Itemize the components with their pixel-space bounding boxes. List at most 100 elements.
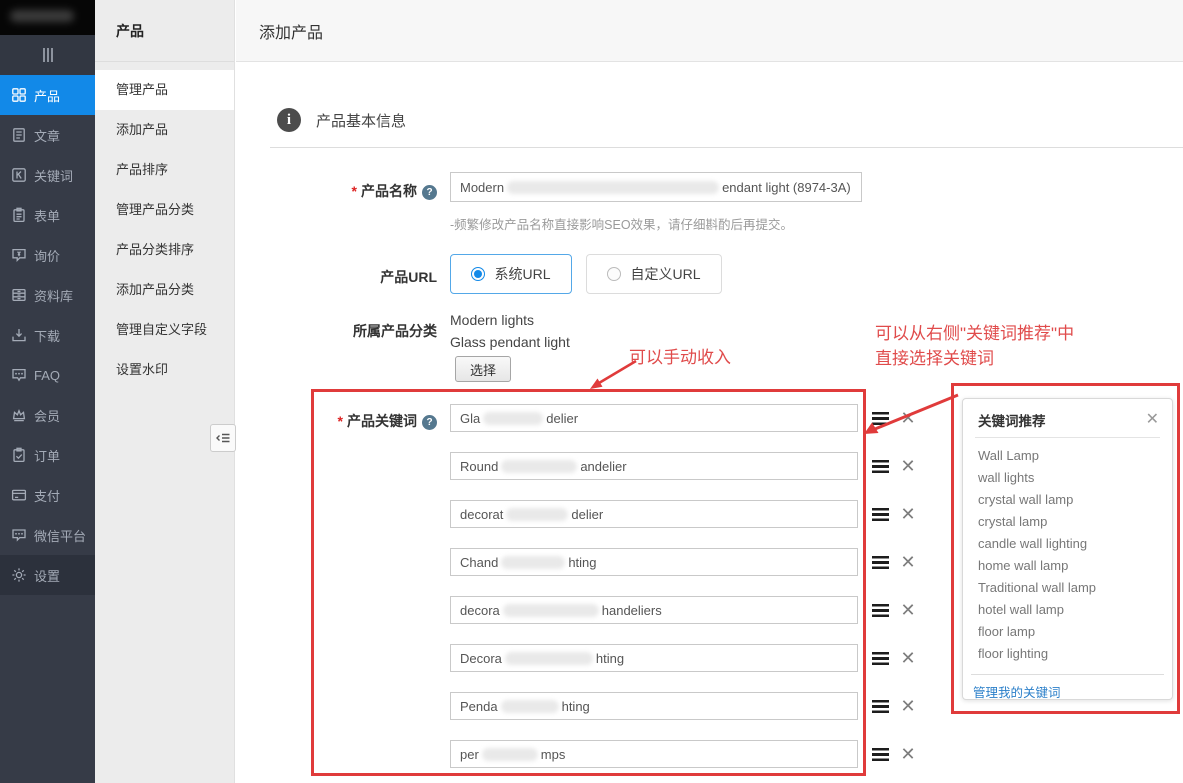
delete-keyword-icon[interactable]: ✕ [898, 504, 918, 524]
redacted-text [506, 508, 568, 521]
keyword-suggestion[interactable]: candle wall lighting [978, 533, 1172, 555]
drag-handle-icon[interactable] [872, 748, 889, 761]
page-title: 添加产品 [259, 19, 323, 43]
wechat-icon [11, 527, 27, 543]
product-name-help-text: -频繁修改产品名称直接影响SEO效果，请仔细斟酌后再提交。 [450, 214, 793, 233]
sidebar-item-keywords[interactable]: 关键词 [0, 155, 95, 195]
submenu-item-add-product[interactable]: 添加产品 [95, 110, 234, 150]
help-icon[interactable]: ? [422, 415, 437, 430]
keyword-suggestion[interactable]: floor lamp [978, 621, 1172, 643]
page-header: 添加产品 [236, 0, 1183, 62]
sidebar-item-label: 微信平台 [34, 526, 86, 545]
required-asterisk: * [352, 183, 357, 199]
sidebar-item-label: 关键词 [34, 166, 73, 185]
submenu-item-manage-categories[interactable]: 管理产品分类 [95, 190, 234, 230]
panel-close-icon[interactable]: ✕ [1146, 412, 1159, 428]
help-icon[interactable]: ? [422, 185, 437, 200]
sidebar-toggle-button[interactable] [0, 35, 95, 75]
faq-icon [11, 367, 27, 383]
inquiry-icon [11, 247, 27, 263]
keyword-input-5[interactable]: decorahandeliers [450, 596, 858, 624]
keyword-suggestion[interactable]: Wall Lamp [978, 445, 1172, 467]
delete-keyword-icon[interactable]: ✕ [898, 552, 918, 572]
sidebar-item-wechat[interactable]: 微信平台 [0, 515, 95, 555]
submenu-item-manage-products[interactable]: 管理产品 [95, 70, 234, 110]
drag-handle-icon[interactable] [872, 700, 889, 713]
submenu-item-category-sort[interactable]: 产品分类排序 [95, 230, 234, 270]
keyword-input-3[interactable]: decoratdelier [450, 500, 858, 528]
delete-keyword-icon[interactable]: ✕ [898, 648, 918, 668]
category-value: Modern lights [450, 312, 534, 328]
manage-keywords-link[interactable]: 管理我的关键词 [973, 686, 1061, 700]
keyword-input-6[interactable]: Decorahting [450, 644, 858, 672]
sidebar-item-payment[interactable]: 支付 [0, 475, 95, 515]
redacted-text [503, 604, 599, 617]
gear-icon [11, 567, 27, 583]
sidebar-item-library[interactable]: 资料库 [0, 275, 95, 315]
keyword-suggestion[interactable]: Traditional wall lamp [978, 577, 1172, 599]
keyword-suggestion[interactable]: crystal lamp [978, 511, 1172, 533]
delete-keyword-icon[interactable]: ✕ [898, 408, 918, 428]
keyword-input-4[interactable]: Chandhting [450, 548, 858, 576]
download-icon [11, 327, 27, 343]
sidebar-item-members[interactable]: 会员 [0, 395, 95, 435]
sidebar-item-products[interactable]: 产品 [0, 75, 95, 115]
clipboard-icon [11, 207, 27, 223]
drag-handle-icon[interactable] [872, 412, 889, 425]
keyword-input-7[interactable]: Pendahting [450, 692, 858, 720]
keyword-suggestion[interactable]: home wall lamp [978, 555, 1172, 577]
annotation-recommend-line2: 直接选择关键词 [875, 344, 994, 369]
keyword-suggestion[interactable]: hotel wall lamp [978, 599, 1172, 621]
keyword-suggestion[interactable]: crystal wall lamp [978, 489, 1172, 511]
product-name-input[interactable]: Modern endant light (8974-3A) [450, 172, 862, 202]
keywords-label: *产品关键词? [247, 411, 437, 431]
delete-keyword-icon[interactable]: ✕ [898, 696, 918, 716]
payment-icon [11, 487, 27, 503]
sidebar-item-settings[interactable]: 设置 [0, 555, 95, 595]
drag-handle-icon[interactable] [872, 556, 889, 569]
sidebar-item-download[interactable]: 下载 [0, 315, 95, 355]
section-title: 产品基本信息 [316, 110, 406, 131]
drag-handle-icon[interactable] [872, 652, 889, 665]
drag-handle-icon[interactable] [872, 508, 889, 521]
redacted-text [483, 412, 543, 425]
submenu-item-watermark[interactable]: 设置水印 [95, 350, 234, 390]
sidebar-item-label: 资料库 [34, 286, 73, 305]
select-category-button[interactable]: 选择 [455, 356, 511, 382]
submenu-item-add-category[interactable]: 添加产品分类 [95, 270, 234, 310]
library-icon [11, 287, 27, 303]
url-option-custom[interactable]: 自定义URL [586, 254, 722, 294]
redacted-text [507, 181, 719, 194]
delete-keyword-icon[interactable]: ✕ [898, 600, 918, 620]
keyword-input-8[interactable]: permps [450, 740, 858, 768]
sidebar-item-forms[interactable]: 表单 [0, 195, 95, 235]
sidebar-item-inquiry[interactable]: 询价 [0, 235, 95, 275]
sidebar-item-faq[interactable]: FAQ [0, 355, 95, 395]
redacted-text [482, 748, 538, 761]
submenu-item-product-sort[interactable]: 产品排序 [95, 150, 234, 190]
url-option-system[interactable]: 系统URL [450, 254, 572, 294]
sidebar-item-label: 订单 [34, 446, 60, 465]
delete-keyword-icon[interactable]: ✕ [898, 744, 918, 764]
redacted-text [501, 556, 565, 569]
radio-selected-icon [471, 267, 485, 281]
product-name-label: *产品名称? [247, 181, 437, 201]
keyword-input-2[interactable]: Roundandelier [450, 452, 858, 480]
keyword-recommend-panel: 关键词推荐 ✕ Wall Lamp wall lights crystal wa… [962, 398, 1173, 700]
submenu-item-custom-fields[interactable]: 管理自定义字段 [95, 310, 234, 350]
collapse-submenu-button[interactable] [210, 424, 236, 452]
keyword-input-1[interactable]: Gladelier [450, 404, 858, 432]
sidebar-item-label: 支付 [34, 486, 60, 505]
keyword-suggestion[interactable]: floor lighting [978, 643, 1172, 665]
delete-keyword-icon[interactable]: ✕ [898, 456, 918, 476]
keyword-icon [11, 167, 27, 183]
sidebar-item-orders[interactable]: 订单 [0, 435, 95, 475]
sidebar-item-articles[interactable]: 文章 [0, 115, 95, 155]
drag-handle-icon[interactable] [872, 460, 889, 473]
redacted-text [505, 652, 593, 665]
category-value: Glass pendant light [450, 334, 570, 350]
info-icon: i [277, 108, 301, 132]
drag-handle-icon[interactable] [872, 604, 889, 617]
keyword-suggestion[interactable]: wall lights [978, 467, 1172, 489]
grid-icon [11, 87, 27, 103]
